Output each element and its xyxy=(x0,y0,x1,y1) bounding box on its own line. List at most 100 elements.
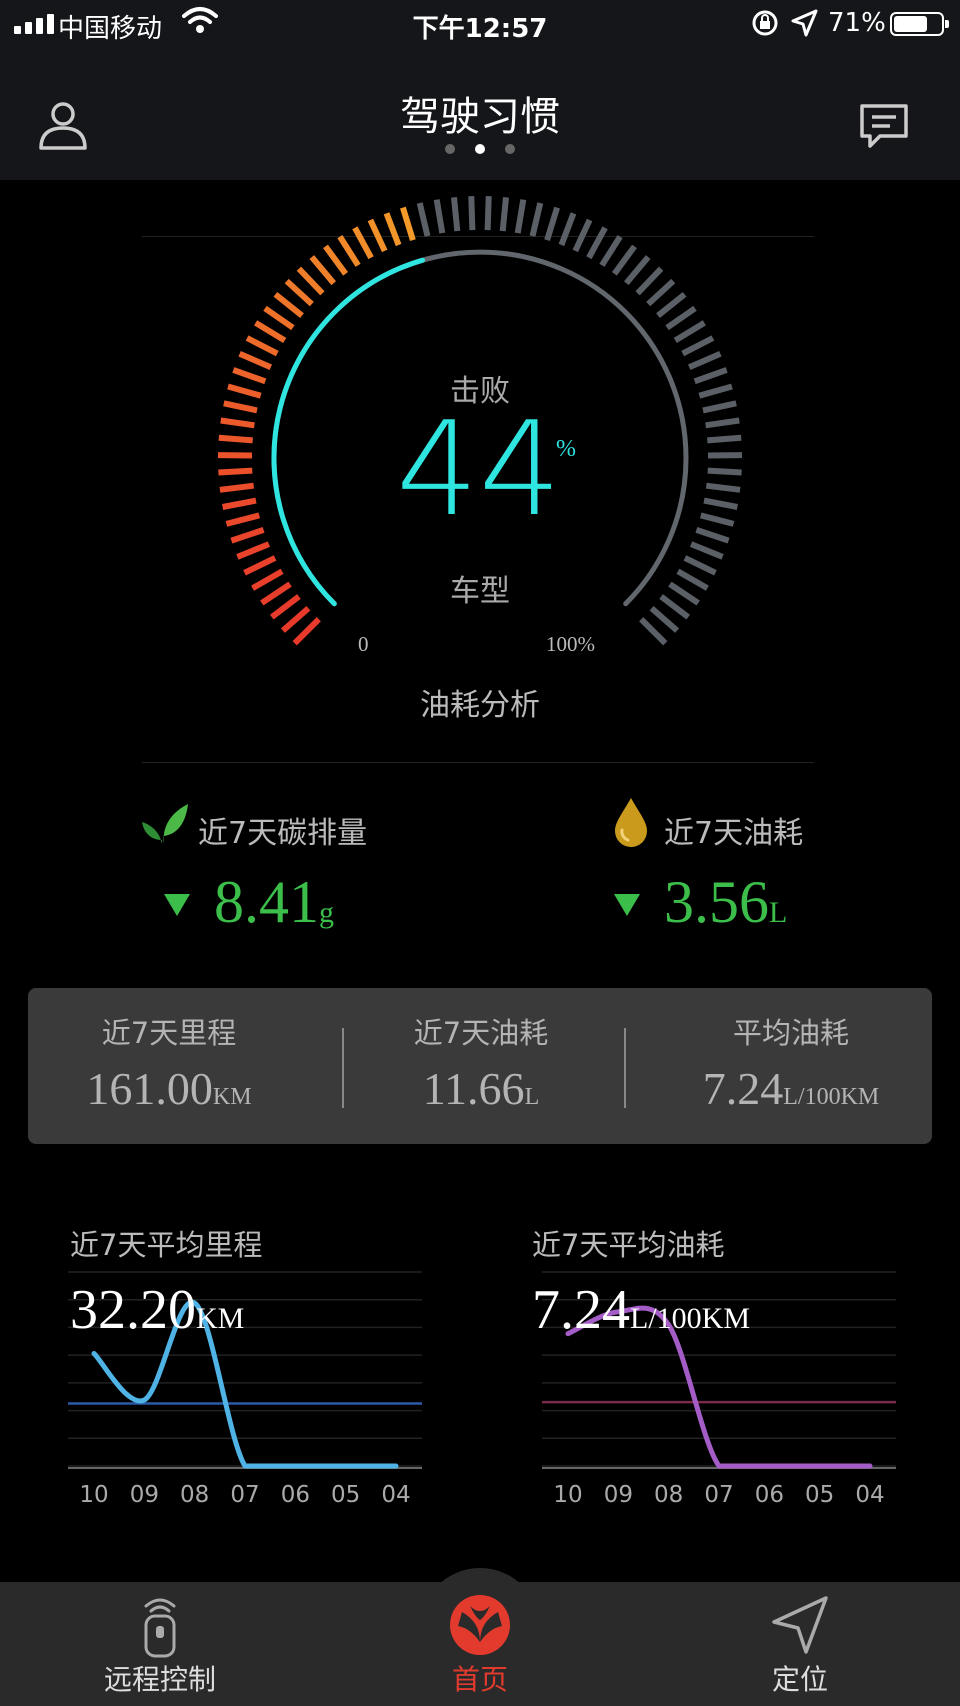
mileage-chart-title: 近7天平均里程 xyxy=(70,1228,263,1262)
page-indicator xyxy=(0,144,960,154)
chart-x-tick-label: 04 xyxy=(381,1482,410,1508)
gauge-tick xyxy=(292,617,321,646)
gauge-tick xyxy=(624,255,651,286)
gauge-tick xyxy=(383,212,402,247)
fuel7-title: 近7天油耗 xyxy=(664,816,804,851)
location-arrow-icon xyxy=(772,1596,828,1654)
gauge-tick xyxy=(656,291,687,318)
chart-x-tick-label: 07 xyxy=(704,1482,733,1508)
gauge-tick xyxy=(514,199,527,234)
gauge-tick xyxy=(572,218,593,253)
fuel-chart-value: 7.24L/100KM xyxy=(532,1279,750,1341)
stat-fuel: 近7天油耗 11.66L xyxy=(340,988,622,1144)
tab-location[interactable]: 定位 xyxy=(690,1582,910,1706)
page-title: 驾驶习惯 xyxy=(400,94,560,140)
chart-x-tick-label: 09 xyxy=(130,1482,159,1508)
gauge-tick xyxy=(673,320,706,343)
gauge-tick xyxy=(681,335,715,357)
chart-x-tick-label: 04 xyxy=(855,1482,884,1508)
app-header: 驾驶习惯 xyxy=(0,48,960,180)
chart-x-tick-label: 10 xyxy=(79,1482,108,1508)
stat-label: 近7天油耗 xyxy=(413,1016,549,1050)
tab-label: 定位 xyxy=(771,1663,828,1696)
carbon-value: 8.41g xyxy=(214,869,334,935)
gauge-tick xyxy=(635,266,664,296)
fuel7-trend-down-icon xyxy=(614,894,640,916)
gauge-tick xyxy=(337,234,361,267)
chart-x-tick-label: 10 xyxy=(553,1482,582,1508)
gauge-tick xyxy=(236,541,271,560)
bottom-tab-bar: 远程控制 首页 定位 xyxy=(0,1582,960,1706)
gauge-min-label: 0 xyxy=(358,632,369,656)
gauge-tick xyxy=(245,335,279,357)
message-icon xyxy=(860,104,908,148)
chart-x-tick-label: 05 xyxy=(331,1482,360,1508)
gauge-tick xyxy=(665,305,697,331)
rotation-lock-icon xyxy=(750,8,780,45)
fuel-chart-title: 近7天平均油耗 xyxy=(532,1228,725,1262)
remote-control-icon xyxy=(144,1598,176,1658)
oil-drop-icon xyxy=(615,798,647,847)
mileage-chart-value: 32.20KM xyxy=(70,1279,245,1341)
chart-x-tick-label: 08 xyxy=(180,1482,209,1508)
home-logo-icon xyxy=(450,1595,510,1655)
gauge-tick xyxy=(705,417,740,429)
stat-value: 7.24L/100KM xyxy=(702,1063,880,1114)
gauge-tick xyxy=(468,196,476,231)
tab-label: 远程控制 xyxy=(103,1663,216,1696)
carbon-title: 近7天碳排量 xyxy=(198,816,368,851)
page-dot xyxy=(445,144,455,154)
gauge-tick xyxy=(529,202,544,237)
gauge-tick xyxy=(273,291,304,318)
stat-value: 161.00KM xyxy=(86,1063,252,1114)
gauge-tick xyxy=(367,218,388,253)
tab-home[interactable]: 首页 xyxy=(370,1582,590,1706)
gauge-tick xyxy=(695,527,730,544)
gauge-tick xyxy=(225,512,261,527)
gauge-tick xyxy=(451,197,461,232)
gauge-percent-sign: % xyxy=(556,436,576,462)
gauge-tick xyxy=(433,199,446,234)
gauge-tick xyxy=(230,527,265,544)
battery-percentage: 71% xyxy=(828,8,886,38)
gauge-max-label: 100% xyxy=(546,632,595,656)
gauge-footer: 油耗分析 xyxy=(420,688,540,723)
gauge-tick xyxy=(707,467,742,476)
gauge-tick xyxy=(220,417,255,429)
gauge-tick xyxy=(544,206,560,241)
chart-x-tick-label: 08 xyxy=(654,1482,683,1508)
status-bar: 中国移动 下午12:57 71% xyxy=(0,0,960,48)
chart-x-tick-label: 06 xyxy=(281,1482,310,1508)
gauge-tick xyxy=(352,226,374,260)
gauge-tick xyxy=(254,320,287,343)
stat-label: 平均油耗 xyxy=(732,1016,849,1050)
battery-icon xyxy=(890,12,949,36)
gauge-tick xyxy=(646,278,676,307)
gauge-tick xyxy=(296,266,325,296)
gauge-tick xyxy=(703,497,738,510)
stat-label: 近7天里程 xyxy=(101,1016,237,1050)
gauge-tick xyxy=(309,255,336,286)
chart-x-tick-label: 09 xyxy=(604,1482,633,1508)
gauge-tick xyxy=(219,482,255,493)
tab-remote-control[interactable]: 远程控制 xyxy=(50,1582,270,1706)
gauge-tick xyxy=(499,197,509,232)
stat-divider xyxy=(624,1028,626,1108)
gauge-tick xyxy=(599,234,623,267)
divider-bottom xyxy=(142,762,814,763)
gauge-tick xyxy=(323,244,349,276)
location-services-icon xyxy=(790,8,818,45)
carbon-trend-down-icon xyxy=(164,894,190,916)
chart-x-tick-label: 05 xyxy=(805,1482,834,1508)
messages-button[interactable] xyxy=(858,102,910,150)
gauge-tick xyxy=(705,482,741,493)
page-dot xyxy=(475,144,485,154)
gauge-value: 44 xyxy=(396,393,562,545)
gauge-tick xyxy=(707,434,742,444)
chart-x-tick-label: 07 xyxy=(230,1482,259,1508)
chart-x-tick-label: 06 xyxy=(755,1482,784,1508)
fuel7-value: 3.56L xyxy=(664,869,788,935)
gauge-tick xyxy=(689,541,724,560)
gauge-tick xyxy=(263,305,295,331)
stat-value: 11.66L xyxy=(422,1063,540,1114)
